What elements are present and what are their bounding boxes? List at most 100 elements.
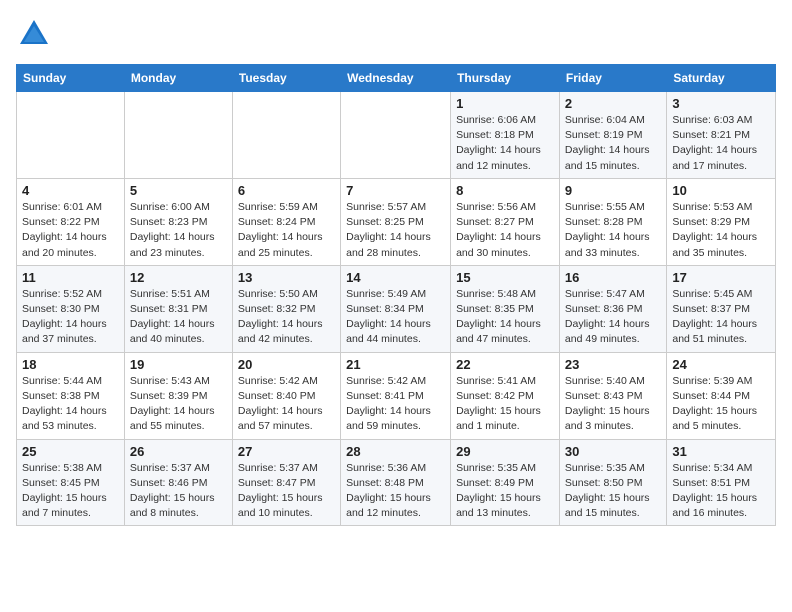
page-header <box>16 16 776 52</box>
day-number: 7 <box>346 183 445 198</box>
calendar-cell: 29 Sunrise: 5:35 AM Sunset: 8:49 PM Dayli… <box>451 439 560 526</box>
day-header-saturday: Saturday <box>667 65 776 92</box>
cell-text: Sunrise: 5:59 AM Sunset: 8:24 PM Dayligh… <box>238 200 335 261</box>
cell-text: Sunrise: 5:55 AM Sunset: 8:28 PM Dayligh… <box>565 200 661 261</box>
day-number: 18 <box>22 357 119 372</box>
calendar-cell: 1 Sunrise: 6:06 AM Sunset: 8:18 PM Daylig… <box>451 92 560 179</box>
calendar-cell: 12 Sunrise: 5:51 AM Sunset: 8:31 PM Dayli… <box>124 265 232 352</box>
day-number: 30 <box>565 444 661 459</box>
day-number: 5 <box>130 183 227 198</box>
day-number: 10 <box>672 183 770 198</box>
day-number: 20 <box>238 357 335 372</box>
cell-text: Sunrise: 5:36 AM Sunset: 8:48 PM Dayligh… <box>346 461 445 522</box>
cell-text: Sunrise: 5:38 AM Sunset: 8:45 PM Dayligh… <box>22 461 119 522</box>
calendar-cell: 14 Sunrise: 5:49 AM Sunset: 8:34 PM Dayli… <box>341 265 451 352</box>
cell-text: Sunrise: 5:34 AM Sunset: 8:51 PM Dayligh… <box>672 461 770 522</box>
calendar-cell <box>341 92 451 179</box>
day-number: 13 <box>238 270 335 285</box>
cell-text: Sunrise: 5:43 AM Sunset: 8:39 PM Dayligh… <box>130 374 227 435</box>
cell-text: Sunrise: 5:35 AM Sunset: 8:49 PM Dayligh… <box>456 461 554 522</box>
day-number: 22 <box>456 357 554 372</box>
cell-text: Sunrise: 5:35 AM Sunset: 8:50 PM Dayligh… <box>565 461 661 522</box>
week-row-2: 4 Sunrise: 6:01 AM Sunset: 8:22 PM Daylig… <box>17 178 776 265</box>
calendar-cell <box>232 92 340 179</box>
calendar-cell: 16 Sunrise: 5:47 AM Sunset: 8:36 PM Dayli… <box>559 265 666 352</box>
calendar-cell: 23 Sunrise: 5:40 AM Sunset: 8:43 PM Dayli… <box>559 352 666 439</box>
calendar-cell: 25 Sunrise: 5:38 AM Sunset: 8:45 PM Dayli… <box>17 439 125 526</box>
cell-text: Sunrise: 5:47 AM Sunset: 8:36 PM Dayligh… <box>565 287 661 348</box>
day-number: 21 <box>346 357 445 372</box>
calendar-cell: 31 Sunrise: 5:34 AM Sunset: 8:51 PM Dayli… <box>667 439 776 526</box>
calendar-body: 1 Sunrise: 6:06 AM Sunset: 8:18 PM Daylig… <box>17 92 776 526</box>
day-number: 9 <box>565 183 661 198</box>
calendar-cell: 27Sunrise: 5:37 AM Sunset: 8:47 PM Dayli… <box>232 439 340 526</box>
cell-text: Sunrise: 5:53 AM Sunset: 8:29 PM Dayligh… <box>672 200 770 261</box>
cell-text: Sunrise: 5:40 AM Sunset: 8:43 PM Dayligh… <box>565 374 661 435</box>
calendar-cell: 18 Sunrise: 5:44 AM Sunset: 8:38 PM Dayli… <box>17 352 125 439</box>
week-row-1: 1 Sunrise: 6:06 AM Sunset: 8:18 PM Daylig… <box>17 92 776 179</box>
day-number: 26 <box>130 444 227 459</box>
cell-text: Sunrise: 5:42 AM Sunset: 8:41 PM Dayligh… <box>346 374 445 435</box>
day-number: 27 <box>238 444 335 459</box>
day-number: 11 <box>22 270 119 285</box>
day-number: 1 <box>456 96 554 111</box>
day-number: 6 <box>238 183 335 198</box>
day-number: 31 <box>672 444 770 459</box>
calendar-cell: 10 Sunrise: 5:53 AM Sunset: 8:29 PM Dayli… <box>667 178 776 265</box>
day-number: 17 <box>672 270 770 285</box>
day-number: 12 <box>130 270 227 285</box>
day-number: 3 <box>672 96 770 111</box>
cell-text: Sunrise: 5:52 AM Sunset: 8:30 PM Dayligh… <box>22 287 119 348</box>
day-number: 16 <box>565 270 661 285</box>
cell-text: Sunrise: 6:00 AM Sunset: 8:23 PM Dayligh… <box>130 200 227 261</box>
cell-text: Sunrise: 5:45 AM Sunset: 8:37 PM Dayligh… <box>672 287 770 348</box>
day-number: 14 <box>346 270 445 285</box>
cell-text: Sunrise: 5:42 AM Sunset: 8:40 PM Dayligh… <box>238 374 335 435</box>
day-number: 4 <box>22 183 119 198</box>
week-row-3: 11 Sunrise: 5:52 AM Sunset: 8:30 PM Dayli… <box>17 265 776 352</box>
cell-text: Sunrise: 5:44 AM Sunset: 8:38 PM Dayligh… <box>22 374 119 435</box>
cell-text: Sunrise: 5:48 AM Sunset: 8:35 PM Dayligh… <box>456 287 554 348</box>
day-header-tuesday: Tuesday <box>232 65 340 92</box>
cell-text: Sunrise: 5:41 AM Sunset: 8:42 PM Dayligh… <box>456 374 554 435</box>
cell-text: Sunrise: 6:06 AM Sunset: 8:18 PM Dayligh… <box>456 113 554 174</box>
cell-text: Sunrise: 5:39 AM Sunset: 8:44 PM Dayligh… <box>672 374 770 435</box>
week-row-5: 25 Sunrise: 5:38 AM Sunset: 8:45 PM Dayli… <box>17 439 776 526</box>
day-number: 8 <box>456 183 554 198</box>
calendar-cell: 20 Sunrise: 5:42 AM Sunset: 8:40 PM Dayli… <box>232 352 340 439</box>
calendar-cell: 21 Sunrise: 5:42 AM Sunset: 8:41 PM Dayli… <box>341 352 451 439</box>
day-number: 29 <box>456 444 554 459</box>
cell-text: Sunrise: 6:01 AM Sunset: 8:22 PM Dayligh… <box>22 200 119 261</box>
day-number: 15 <box>456 270 554 285</box>
cell-text: Sunrise: 5:37 AM Sunset: 8:46 PM Dayligh… <box>130 461 227 522</box>
day-number: 25 <box>22 444 119 459</box>
calendar-cell: 5 Sunrise: 6:00 AM Sunset: 8:23 PM Daylig… <box>124 178 232 265</box>
calendar-cell: 17 Sunrise: 5:45 AM Sunset: 8:37 PM Dayli… <box>667 265 776 352</box>
logo-icon <box>16 16 52 52</box>
cell-text: Sunrise: 5:51 AM Sunset: 8:31 PM Dayligh… <box>130 287 227 348</box>
week-row-4: 18 Sunrise: 5:44 AM Sunset: 8:38 PM Dayli… <box>17 352 776 439</box>
calendar-cell: 30 Sunrise: 5:35 AM Sunset: 8:50 PM Dayli… <box>559 439 666 526</box>
day-number: 28 <box>346 444 445 459</box>
calendar-cell: 4 Sunrise: 6:01 AM Sunset: 8:22 PM Daylig… <box>17 178 125 265</box>
calendar-cell: 15 Sunrise: 5:48 AM Sunset: 8:35 PM Dayli… <box>451 265 560 352</box>
calendar-cell: 22 Sunrise: 5:41 AM Sunset: 8:42 PM Dayli… <box>451 352 560 439</box>
calendar-cell: 7 Sunrise: 5:57 AM Sunset: 8:25 PM Daylig… <box>341 178 451 265</box>
calendar-cell: 26 Sunrise: 5:37 AM Sunset: 8:46 PM Dayli… <box>124 439 232 526</box>
calendar-cell: 6 Sunrise: 5:59 AM Sunset: 8:24 PM Daylig… <box>232 178 340 265</box>
cell-text: Sunrise: 5:49 AM Sunset: 8:34 PM Dayligh… <box>346 287 445 348</box>
calendar-cell: 19 Sunrise: 5:43 AM Sunset: 8:39 PM Dayli… <box>124 352 232 439</box>
calendar-cell: 24 Sunrise: 5:39 AM Sunset: 8:44 PM Dayli… <box>667 352 776 439</box>
day-header-sunday: Sunday <box>17 65 125 92</box>
day-number: 19 <box>130 357 227 372</box>
calendar-cell: 11 Sunrise: 5:52 AM Sunset: 8:30 PM Dayli… <box>17 265 125 352</box>
cell-text: Sunrise: 6:03 AM Sunset: 8:21 PM Dayligh… <box>672 113 770 174</box>
day-number: 24 <box>672 357 770 372</box>
day-number: 2 <box>565 96 661 111</box>
calendar-header-row: SundayMondayTuesdayWednesdayThursdayFrid… <box>17 65 776 92</box>
day-number: 23 <box>565 357 661 372</box>
calendar-cell: 13Sunrise: 5:50 AM Sunset: 8:32 PM Dayli… <box>232 265 340 352</box>
day-header-monday: Monday <box>124 65 232 92</box>
cell-text: Sunrise: 5:57 AM Sunset: 8:25 PM Dayligh… <box>346 200 445 261</box>
calendar-cell <box>17 92 125 179</box>
